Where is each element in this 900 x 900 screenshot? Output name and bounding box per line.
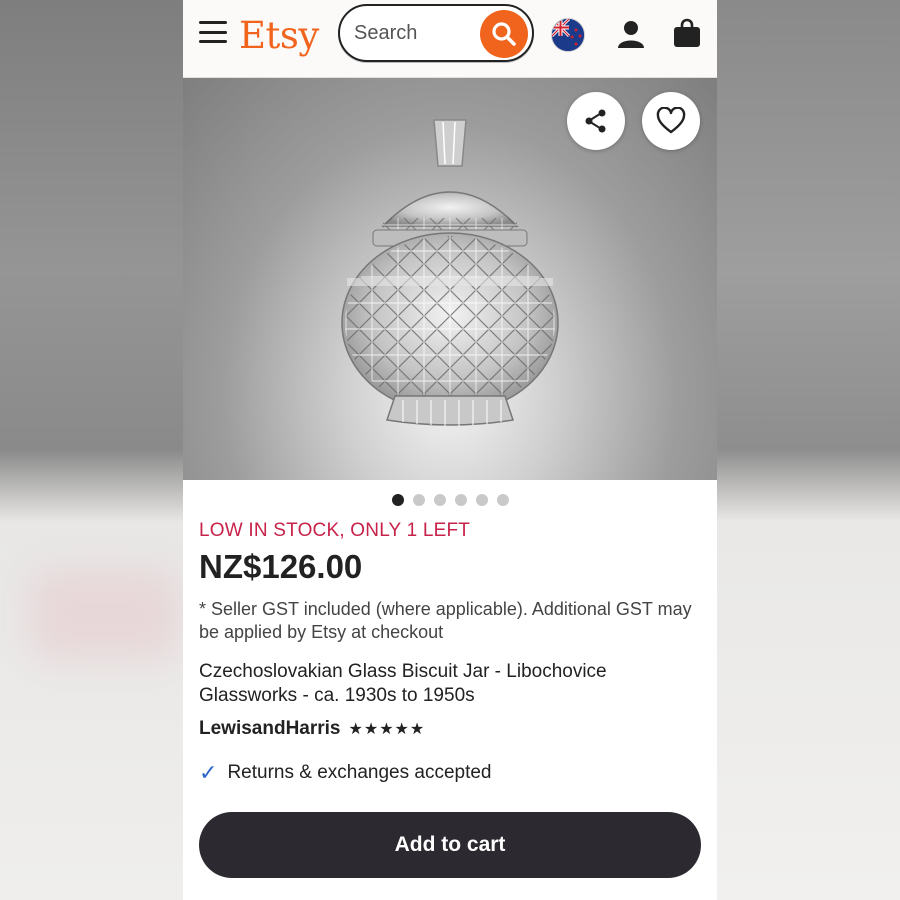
carousel-dot[interactable] xyxy=(433,494,446,506)
phone-screen: Etsy Search LOW IN STOCK, ONLY 1 LEFT NZ… xyxy=(183,0,717,900)
top-bar: Etsy xyxy=(183,0,717,78)
user-icon[interactable] xyxy=(615,18,647,55)
blurred-background-blob xyxy=(30,570,180,660)
stock-notice: LOW IN STOCK, ONLY 1 LEFT xyxy=(199,520,471,541)
heart-icon xyxy=(656,107,686,134)
favorite-button[interactable] xyxy=(642,92,700,150)
carousel-dot[interactable] xyxy=(391,494,404,506)
returns-text: Returns & exchanges accepted xyxy=(227,762,492,783)
gst-note: * Seller GST included (where applicable)… xyxy=(199,599,692,642)
product-image[interactable] xyxy=(183,78,717,480)
etsy-logo[interactable]: Etsy xyxy=(239,14,319,57)
search-bar[interactable] xyxy=(338,4,534,62)
blurred-background-right xyxy=(717,0,900,900)
carousel-dot[interactable] xyxy=(454,494,467,506)
add-to-cart-button[interactable]: Add to cart xyxy=(199,812,701,878)
carousel-dot[interactable] xyxy=(496,494,509,506)
new-zealand-flag-icon[interactable] xyxy=(551,18,585,52)
price: NZ$126.00 xyxy=(199,548,363,585)
hamburger-menu-icon[interactable] xyxy=(199,21,227,43)
carousel-dot[interactable] xyxy=(475,494,488,506)
seller-row: LewisandHarris ★★★★★ xyxy=(199,718,701,740)
returns-policy: ✓ Returns & exchanges accepted xyxy=(199,760,701,786)
shopping-bag-icon[interactable] xyxy=(671,17,703,54)
glass-jar-image xyxy=(341,119,559,426)
search-input[interactable] xyxy=(354,22,474,45)
listing-info: LOW IN STOCK, ONLY 1 LEFT NZ$126.00 * Se… xyxy=(183,520,717,786)
image-carousel-indicator xyxy=(183,494,717,508)
listing-title: Czechoslovakian Glass Biscuit Jar - Libo… xyxy=(199,661,607,706)
share-button[interactable] xyxy=(567,92,625,150)
carousel-dot[interactable] xyxy=(412,494,425,506)
blurred-background-left xyxy=(0,0,183,900)
seller-name[interactable]: LewisandHarris xyxy=(199,718,341,740)
search-icon xyxy=(492,22,516,46)
search-button[interactable] xyxy=(480,10,528,58)
share-icon xyxy=(585,109,606,133)
star-rating[interactable]: ★★★★★ xyxy=(349,719,426,739)
checkmark-icon: ✓ xyxy=(199,760,218,785)
